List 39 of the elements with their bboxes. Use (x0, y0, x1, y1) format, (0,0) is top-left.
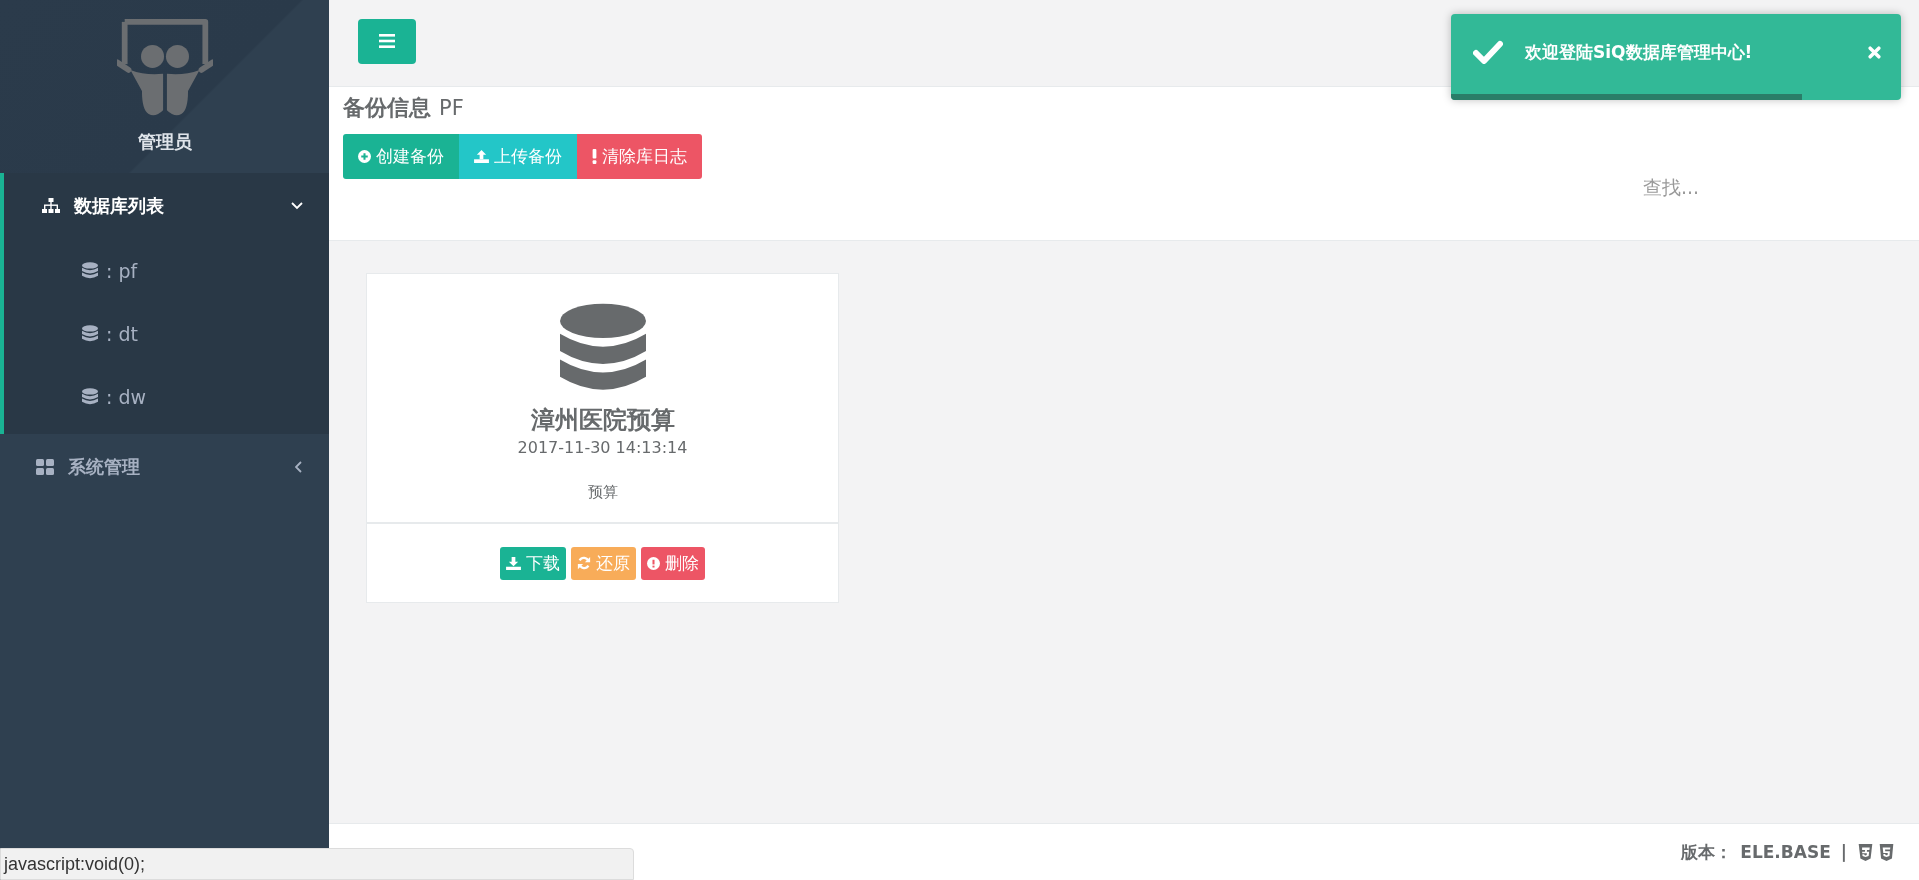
user-name: 管理员 (137, 130, 192, 154)
close-icon[interactable] (1868, 45, 1881, 59)
refresh-icon (577, 556, 591, 570)
menu-button[interactable] (358, 18, 416, 64)
upload-icon (474, 150, 489, 163)
nav-group[interactable]: 系统管理 (0, 434, 329, 500)
grid-icon (36, 459, 54, 475)
html5-icon (1878, 842, 1895, 862)
separator-text: | (1840, 842, 1847, 862)
backup-note: 预算 (587, 483, 618, 502)
version-text: ELE.BASE (1740, 842, 1831, 862)
backup-name: 漳州医院预算 (530, 405, 675, 436)
action-button[interactable]: 上传备份 (459, 134, 577, 179)
nav-group[interactable]: 数据库列表 (4, 173, 329, 239)
database-icon (82, 261, 98, 280)
menu-icon (379, 34, 395, 48)
database-icon (82, 324, 98, 343)
action-button[interactable]: 创建备份 (343, 134, 459, 179)
action-button[interactable]: 下载 (500, 546, 566, 580)
panel-subtitle: PF (439, 96, 464, 120)
database-icon (82, 387, 98, 406)
exclamation-icon (592, 149, 597, 164)
plus-circle-icon (358, 150, 371, 163)
download-icon (506, 556, 521, 570)
exclamation-circle-icon (647, 556, 660, 570)
nav-item[interactable]: : dw (4, 365, 329, 428)
toast-message: 欢迎登陆SiQ数据库管理中心! (1525, 40, 1753, 64)
version-label: 版本： (1681, 840, 1733, 864)
nav-item[interactable]: : dt (4, 302, 329, 365)
backup-time: 2017-11-30 14:13:14 (517, 438, 688, 457)
check-icon (1473, 40, 1503, 64)
link-url: javascript:void(0); (4, 853, 146, 875)
css3-icon (1857, 842, 1874, 862)
panel-title: 备份信息 (343, 94, 431, 122)
nav-item[interactable]: : pf (4, 239, 329, 302)
sitemap-icon (42, 198, 60, 214)
action-button[interactable]: 还原 (571, 546, 636, 580)
action-button[interactable]: 清除库日志 (577, 134, 702, 179)
action-button[interactable]: 删除 (641, 546, 705, 580)
